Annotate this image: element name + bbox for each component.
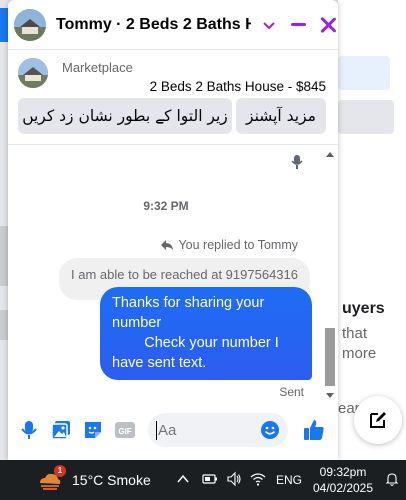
message-input[interactable]: [158, 420, 258, 440]
message-input-wrapper[interactable]: [148, 413, 288, 447]
marketplace-listing: Marketplace 2 Beds 2 Baths House - $845 …: [8, 50, 338, 145]
scroll-down-arrow[interactable]: [326, 393, 334, 398]
reply-arrow-icon: [160, 239, 174, 251]
more-options-button[interactable]: مزید آپشنز: [236, 98, 326, 134]
taskbar: 1 15°C Smoke ENG 09:32pm 04/02/2025: [0, 460, 406, 500]
background-card: [338, 100, 394, 134]
background-heading: uyers: [342, 300, 385, 317]
sticker-icon[interactable]: [82, 419, 104, 441]
microphone-icon[interactable]: [18, 419, 40, 441]
outgoing-message[interactable]: Thanks for sharing your number Check you…: [100, 287, 312, 380]
battery-icon[interactable]: [202, 471, 218, 487]
message-composer: GIF: [8, 400, 338, 460]
chevron-down-icon[interactable]: [261, 17, 277, 33]
message-line: Check your number I: [112, 335, 279, 351]
emoji-icon[interactable]: [260, 420, 280, 440]
close-button[interactable]: [318, 15, 338, 35]
time-divider: 9:32 PM: [143, 199, 189, 213]
mark-pending-button[interactable]: زیر التوا کے بطور نشان زد کریں: [18, 98, 232, 134]
minimize-button[interactable]: [290, 23, 307, 26]
scroll-thumb[interactable]: [325, 328, 335, 386]
notification-badge: 1: [54, 465, 66, 477]
chat-header: Tommy · 2 Beds 2 Baths H...: [8, 0, 338, 50]
listing-source-label: Marketplace: [62, 60, 133, 75]
weather-text[interactable]: 15°C Smoke: [72, 472, 151, 488]
scroll-up-arrow[interactable]: [326, 152, 334, 157]
like-icon[interactable]: [302, 418, 326, 442]
background-right-pane: uyers that more ear: [338, 0, 406, 460]
new-message-button[interactable]: [354, 396, 402, 444]
message-line: Thanks for sharing your: [112, 295, 265, 311]
wifi-icon[interactable]: [250, 471, 266, 487]
message-thread: 9:32 PM You replied to Tommy I am able t…: [8, 146, 338, 400]
background-text-line: that: [342, 325, 368, 342]
compose-icon: [370, 412, 386, 428]
background-scroll-edge-2: [0, 310, 8, 340]
background-text-line: more: [342, 345, 377, 362]
notification-bell-icon[interactable]: [384, 471, 400, 487]
message-status: Sent: [279, 385, 304, 399]
text-caret: [156, 421, 157, 440]
listing-title[interactable]: 2 Beds 2 Baths House - $845: [150, 79, 326, 94]
clock-date: 04/02/2025: [312, 481, 374, 495]
message-scrollbar[interactable]: [324, 152, 336, 398]
conversation-title[interactable]: Tommy · 2 Beds 2 Baths H...: [56, 16, 251, 34]
photo-icon[interactable]: [50, 419, 72, 441]
contact-avatar[interactable]: [14, 8, 46, 41]
listing-thumbnail[interactable]: [18, 58, 48, 88]
message-line: number: [112, 315, 162, 331]
clock-time: 09:32pm: [319, 465, 367, 479]
volume-icon[interactable]: [226, 471, 242, 487]
voice-clip-icon: [290, 154, 304, 170]
gif-icon[interactable]: GIF: [114, 419, 136, 441]
chat-window: Tommy · 2 Beds 2 Baths H... Marketplace …: [8, 0, 338, 460]
replied-note-text: You replied to Tommy: [178, 238, 298, 252]
message-line: have sent text.: [112, 355, 207, 371]
background-scroll-edge: [0, 226, 8, 286]
language-indicator[interactable]: ENG: [276, 473, 302, 487]
background-highlight: [338, 56, 390, 90]
replied-note: You replied to Tommy: [160, 238, 298, 252]
svg-text:GIF: GIF: [118, 427, 131, 436]
chevron-up-icon[interactable]: [176, 472, 190, 486]
clock[interactable]: 09:32pm 04/02/2025: [312, 464, 374, 496]
